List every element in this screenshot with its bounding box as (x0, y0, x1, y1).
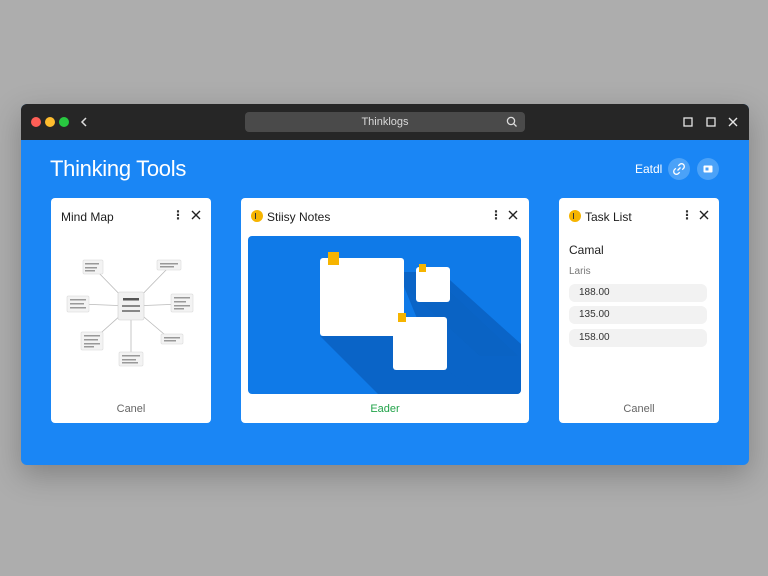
search-icon[interactable] (505, 115, 519, 129)
restore-icon[interactable] (703, 114, 719, 130)
title-bar: Thinklogs (21, 104, 749, 140)
task-list-subtitle: Camal (569, 243, 604, 257)
sticky-notes-action-button[interactable]: Eader (241, 403, 529, 415)
task-row[interactable]: 158.00 (569, 329, 707, 347)
window-zoom-dot[interactable] (59, 117, 69, 127)
window-icon[interactable] (697, 158, 719, 180)
sticky-notes-board[interactable] (248, 236, 521, 394)
mind-map-card: Mind Map ⋮ Canel (51, 198, 211, 423)
task-row[interactable]: 135.00 (569, 306, 707, 324)
task-list-card: Task List ⋮ Camal Laris 188.00 135.00 15… (559, 198, 719, 423)
address-text: Thinklogs (361, 116, 409, 128)
back-icon[interactable] (77, 113, 91, 131)
note-pin-icon (398, 313, 406, 322)
task-list-label: Laris (569, 266, 591, 277)
note-pin-icon (419, 264, 426, 272)
window-close-dot[interactable] (31, 117, 41, 127)
sticky-note[interactable] (320, 258, 404, 336)
task-list-cancel-button[interactable]: Canell (559, 403, 719, 415)
kebab-menu-icon[interactable]: ⋮ (490, 208, 502, 222)
mind-map-diagram[interactable] (61, 248, 201, 378)
page-title: Thinking Tools (50, 156, 187, 181)
task-list-icon (569, 210, 581, 222)
mind-map-title: Mind Map (61, 210, 114, 224)
task-list-title: Task List (585, 210, 632, 224)
address-bar[interactable]: Thinklogs (245, 112, 525, 132)
sticky-note[interactable] (393, 317, 447, 370)
note-pin-icon (328, 252, 339, 265)
sticky-notes-title: Stiisy Notes (267, 210, 331, 224)
sticky-notes-card: Stiisy Notes ⋮ Eader (241, 198, 529, 423)
task-row[interactable]: 188.00 (569, 284, 707, 302)
maximize-icon[interactable] (680, 114, 696, 130)
close-icon[interactable] (697, 208, 711, 222)
mind-map-cancel-button[interactable]: Canel (51, 403, 211, 415)
sticky-note[interactable] (416, 267, 450, 302)
header-link[interactable]: Eatdl (635, 162, 662, 176)
app-window: Thinklogs Thinking Tools Eatdl Mind Map … (21, 104, 749, 465)
sticky-notes-icon (251, 210, 263, 222)
close-icon[interactable] (189, 208, 203, 222)
kebab-menu-icon[interactable]: ⋮ (681, 208, 693, 222)
close-icon[interactable] (725, 114, 741, 130)
close-icon[interactable] (506, 208, 520, 222)
link-icon[interactable] (668, 158, 690, 180)
kebab-menu-icon[interactable]: ⋮ (172, 208, 184, 222)
window-minimize-dot[interactable] (45, 117, 55, 127)
